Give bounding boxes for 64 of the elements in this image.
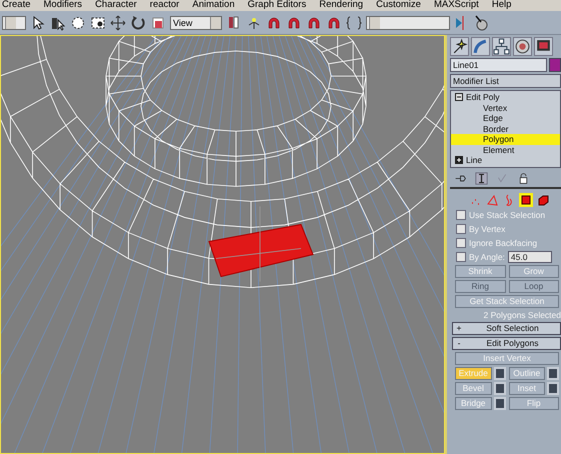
checkbox[interactable]: [456, 238, 466, 248]
settings-button[interactable]: [494, 366, 506, 380]
polygon-level-icon[interactable]: [519, 192, 533, 206]
circle-region-icon[interactable]: [70, 14, 86, 30]
stack-item[interactable]: Line: [451, 155, 560, 166]
modify-tab-icon[interactable]: [471, 37, 490, 56]
checkbox-label: Ignore Backfacing: [469, 238, 538, 248]
selection-status-text: 2 Polygons Selected: [482, 310, 561, 320]
snap-magnet-icon[interactable]: [266, 14, 282, 30]
menu-item[interactable]: Create: [2, 0, 31, 11]
menu-item[interactable]: MAXScript: [434, 0, 479, 11]
settings-button[interactable]: [494, 396, 506, 410]
selection-filter-dropdown[interactable]: [2, 16, 26, 30]
settings-button[interactable]: [494, 382, 506, 394]
transform-gizmo-icon[interactable]: [216, 206, 302, 282]
check-mark-icon[interactable]: [496, 172, 509, 184]
lock-icon[interactable]: [517, 172, 530, 184]
checkbox[interactable]: [456, 252, 466, 262]
settings-button[interactable]: [547, 382, 559, 394]
checkbox-label: Use Stack Selection: [469, 210, 546, 220]
menu-item[interactable]: Rendering: [319, 0, 364, 11]
stack-item[interactable]: Edit Poly: [451, 92, 560, 102]
scale-icon[interactable]: [150, 14, 166, 30]
menu-item[interactable]: Help: [492, 0, 512, 11]
snap-magnet-icon[interactable]: [286, 14, 302, 30]
motion-tab-icon[interactable]: [513, 37, 532, 56]
element-level-icon[interactable]: [536, 192, 550, 206]
show-end-result-icon[interactable]: [475, 172, 488, 184]
named-selection-dropdown[interactable]: [366, 16, 450, 30]
expand-icon[interactable]: [455, 156, 463, 164]
modifier-list-dropdown[interactable]: Modifier List: [450, 74, 561, 88]
move-icon[interactable]: [110, 14, 126, 30]
stack-subobject-item[interactable]: Vertex: [451, 102, 560, 113]
checkbox[interactable]: [456, 224, 466, 234]
named-selection-icon[interactable]: [346, 14, 362, 30]
stack-subobject-item[interactable]: Border: [451, 124, 560, 134]
angle-spinner-field[interactable]: 45.0: [508, 250, 552, 262]
rollout-header[interactable]: + Soft Selection: [452, 322, 561, 334]
window-crossing-icon[interactable]: [90, 14, 106, 30]
menu-item[interactable]: Graph Editors: [248, 0, 306, 11]
snap-magnet-icon[interactable]: [306, 14, 322, 30]
snap-magnet-icon[interactable]: [326, 14, 342, 30]
collapse-icon[interactable]: [455, 93, 463, 102]
menu-item[interactable]: Customize: [376, 0, 421, 11]
checkbox[interactable]: [456, 210, 466, 220]
stack-subobject-item[interactable]: Polygon: [451, 134, 560, 144]
menu-item[interactable]: Modifiers: [44, 0, 82, 11]
menu-item[interactable]: reactor: [150, 0, 180, 11]
checkbox-label: By Angle:: [469, 252, 505, 262]
menu-item[interactable]: Animation: [192, 0, 235, 11]
rollout-header[interactable]: - Edit Polygons: [452, 336, 561, 350]
reference-coordinate-dropdown[interactable]: View: [170, 16, 222, 30]
hierarchy-tab-icon[interactable]: [492, 37, 511, 56]
settings-button[interactable]: [547, 366, 559, 380]
align-icon[interactable]: [474, 14, 490, 30]
rotate-icon[interactable]: [130, 14, 146, 30]
display-tab-icon[interactable]: [534, 37, 553, 56]
checkbox-label: By Vertex: [469, 224, 506, 234]
stack-subobject-item[interactable]: Element: [451, 144, 560, 155]
stack-subobject-item[interactable]: Edge: [451, 113, 560, 124]
create-tab-icon[interactable]: [450, 37, 469, 56]
menu-item[interactable]: Character: [95, 0, 137, 11]
object-color-swatch[interactable]: [549, 58, 561, 72]
object-name-field[interactable]: Line01: [450, 58, 547, 72]
